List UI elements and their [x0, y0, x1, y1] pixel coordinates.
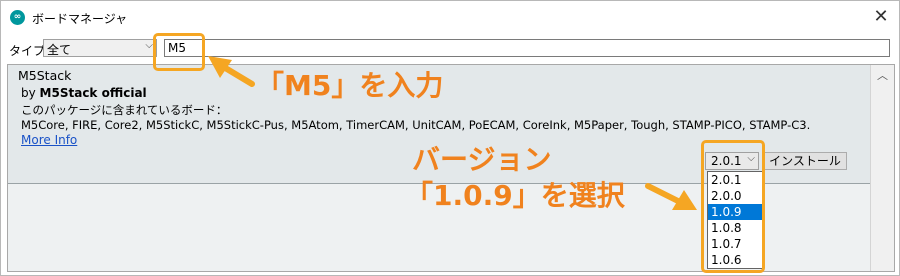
version-annotation-line1: バージョン	[412, 143, 552, 176]
version-annotation-line2: 「1.0.9」を選択	[405, 179, 625, 212]
search-annotation: 「M5」を入力	[256, 69, 444, 102]
arrow-to-version	[645, 183, 697, 210]
arrow-to-search	[208, 56, 255, 87]
